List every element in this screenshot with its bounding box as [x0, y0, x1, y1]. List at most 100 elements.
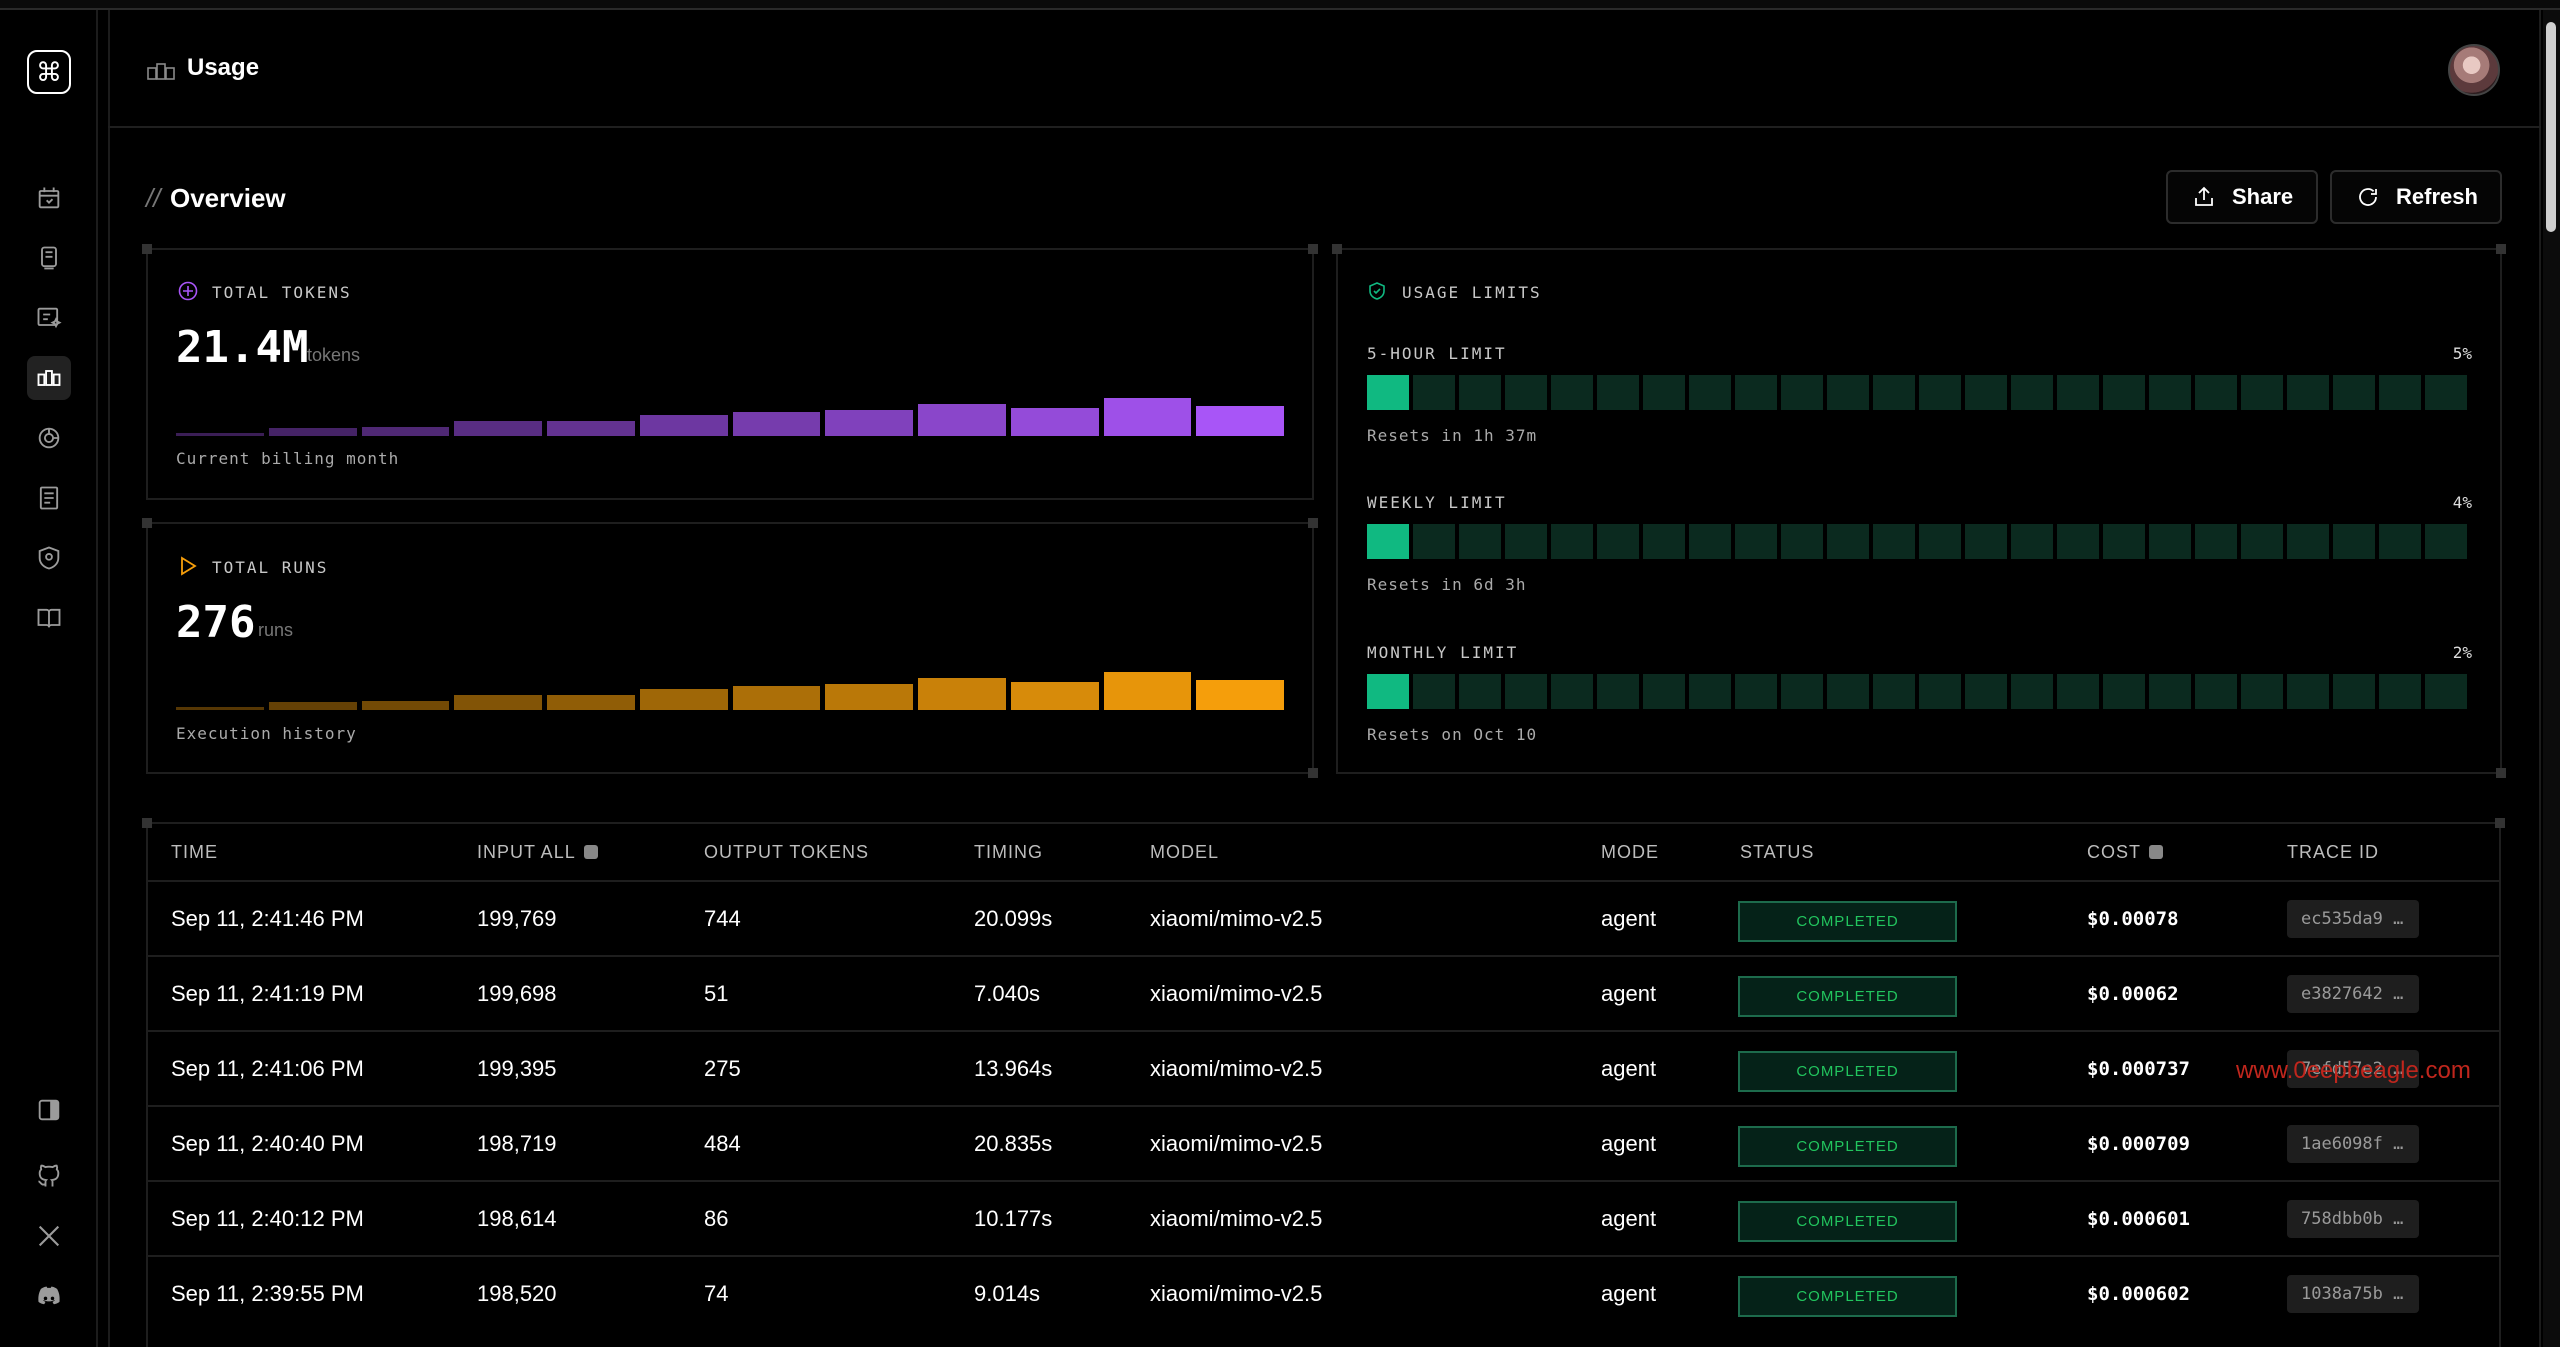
- meter-segment: [2241, 674, 2283, 709]
- tokens-bar: [268, 428, 357, 436]
- cell-time: Sep 11, 2:41:46 PM: [171, 906, 364, 931]
- col-header-time[interactable]: TIME: [171, 842, 218, 863]
- cell-time: Sep 11, 2:41:06 PM: [171, 1056, 364, 1081]
- nav-logs-icon[interactable]: [27, 476, 71, 520]
- tokens-unit: tokens: [307, 345, 361, 365]
- meter-segment: [1689, 674, 1731, 709]
- meter-segment: [2287, 375, 2329, 410]
- meter-segment: [1735, 524, 1777, 559]
- info-icon[interactable]: [2149, 845, 2164, 859]
- meter-segment: [1781, 674, 1823, 709]
- status-badge: COMPLETED: [1738, 901, 1957, 942]
- meter-segment: [2103, 674, 2145, 709]
- table-row[interactable]: Sep 11, 2:41:06 PM 199,395 275 13.964s xiaom…: [148, 1030, 2499, 1105]
- nav-usage-icon[interactable]: [27, 356, 71, 400]
- cell-cost: $0.00062: [2087, 983, 2179, 1005]
- limit-weekly-reset: Resets in 6d 3h: [1367, 575, 1527, 594]
- meter-segment: [2287, 674, 2329, 709]
- trace-id-chip[interactable]: 1038a75b …: [2287, 1275, 2419, 1313]
- table-row[interactable]: Sep 11, 2:41:46 PM 199,769 744 20.099s xiaom…: [148, 880, 2499, 955]
- meter-segment: [1965, 524, 2007, 559]
- cell-cost: $0.000709: [2087, 1133, 2190, 1155]
- cell-model: xiaomi/mimo-v2.5: [1150, 1056, 1323, 1081]
- github-icon[interactable]: [27, 1154, 71, 1198]
- meter-segment: [1827, 375, 1869, 410]
- trace-id-chip[interactable]: 1ae6098f …: [2287, 1125, 2419, 1163]
- runs-bar: [639, 689, 728, 710]
- nav-security-icon[interactable]: [27, 536, 71, 580]
- meter-segment: [1459, 674, 1501, 709]
- runs-caption: Execution history: [176, 724, 357, 743]
- meter-segment: [1827, 524, 1869, 559]
- limit-5h-name: 5-HOUR LIMIT: [1367, 344, 1507, 363]
- cell-mode: agent: [1601, 1206, 1657, 1231]
- meter-segment: [1827, 674, 1869, 709]
- col-header-timing[interactable]: TIMING: [974, 842, 1043, 863]
- meter-segment: [1781, 524, 1823, 559]
- app-logo-icon[interactable]: ⌘: [27, 50, 71, 94]
- nav-playground-icon[interactable]: [27, 296, 71, 340]
- col-header-trace[interactable]: TRACE ID: [2287, 842, 2379, 863]
- refresh-button[interactable]: Refresh: [2330, 170, 2502, 224]
- runs-bar: [176, 707, 264, 710]
- col-header-output[interactable]: OUTPUT TOKENS: [704, 842, 869, 863]
- share-button[interactable]: Share: [2166, 170, 2318, 224]
- nav-integrations-icon[interactable]: [27, 416, 71, 460]
- info-icon[interactable]: [583, 845, 598, 859]
- cell-input: 199,769: [477, 906, 557, 931]
- cell-cost: $0.000737: [2087, 1058, 2190, 1080]
- meter-segment: [2379, 674, 2421, 709]
- status-badge: COMPLETED: [1738, 1051, 1957, 1092]
- runs-bar: [1196, 680, 1284, 710]
- limit-5h-reset: Resets in 1h 37m: [1367, 426, 1538, 445]
- runs-label: TOTAL RUNS: [212, 558, 329, 577]
- watermark-text: www.0eepbeagle.com: [2236, 1057, 2471, 1084]
- tokens-bar: [732, 412, 821, 436]
- limit-weekly-meter: [1367, 524, 2467, 559]
- limit-monthly-meter: [1367, 674, 2467, 709]
- col-header-status[interactable]: STATUS: [1740, 842, 1814, 863]
- scrollbar-thumb[interactable]: [2546, 22, 2556, 232]
- table-row[interactable]: Sep 11, 2:39:55 PM 198,520 74 9.014s xiaomi/…: [148, 1255, 2499, 1330]
- cell-mode: agent: [1601, 1131, 1657, 1156]
- meter-segment: [2333, 524, 2375, 559]
- meter-segment: [1735, 375, 1777, 410]
- nav-docs-icon[interactable]: [27, 596, 71, 640]
- trace-id-chip[interactable]: e3827642 …: [2287, 975, 2419, 1013]
- cell-timing: 9.014s: [974, 1281, 1041, 1306]
- x-icon[interactable]: [27, 1214, 71, 1258]
- col-header-input[interactable]: INPUT ALL: [477, 842, 598, 863]
- limit-weekly-name: WEEKLY LIMIT: [1367, 493, 1507, 512]
- meter-segment: [1965, 674, 2007, 709]
- limits-label: USAGE LIMITS: [1402, 283, 1542, 302]
- collapse-sidebar-icon[interactable]: [27, 1088, 71, 1132]
- table-row[interactable]: Sep 11, 2:40:12 PM 198,614 86 10.177s xiaomi…: [148, 1180, 2499, 1255]
- tokens-bar: [361, 426, 450, 436]
- runs-unit: runs: [258, 620, 294, 640]
- table-row[interactable]: Sep 11, 2:41:19 PM 199,698 51 7.040s xiaomi/…: [148, 955, 2499, 1030]
- tokens-bar: [1010, 407, 1099, 436]
- share-label: Share: [2232, 184, 2294, 209]
- meter-segment: [2057, 524, 2099, 559]
- limit-weekly-pct: 4%: [2452, 493, 2472, 512]
- table-row[interactable]: Sep 11, 2:40:40 PM 198,719 484 20.835s xiaom…: [148, 1105, 2499, 1180]
- meter-segment: [1459, 524, 1501, 559]
- meter-segment: [2195, 674, 2237, 709]
- trace-id-chip[interactable]: 758dbb0b …: [2287, 1200, 2419, 1238]
- discord-icon[interactable]: [27, 1274, 71, 1318]
- tokens-label: TOTAL TOKENS: [212, 283, 352, 302]
- meter-segment: [1413, 674, 1455, 709]
- col-header-mode[interactable]: MODE: [1601, 842, 1659, 863]
- meter-segment: [1919, 375, 1961, 410]
- nav-runs-icon[interactable]: [27, 236, 71, 280]
- cell-time: Sep 11, 2:41:19 PM: [171, 981, 364, 1006]
- usage-icon: [147, 62, 175, 80]
- col-header-model[interactable]: MODEL: [1150, 842, 1219, 863]
- meter-segment: [1965, 375, 2007, 410]
- meter-segment: [2195, 524, 2237, 559]
- runs-bar: [1010, 681, 1099, 710]
- col-header-cost[interactable]: COST: [2087, 842, 2164, 863]
- trace-id-chip[interactable]: ec535da9 …: [2287, 900, 2419, 938]
- user-avatar[interactable]: [2448, 44, 2500, 96]
- nav-dashboard-icon[interactable]: [27, 176, 71, 220]
